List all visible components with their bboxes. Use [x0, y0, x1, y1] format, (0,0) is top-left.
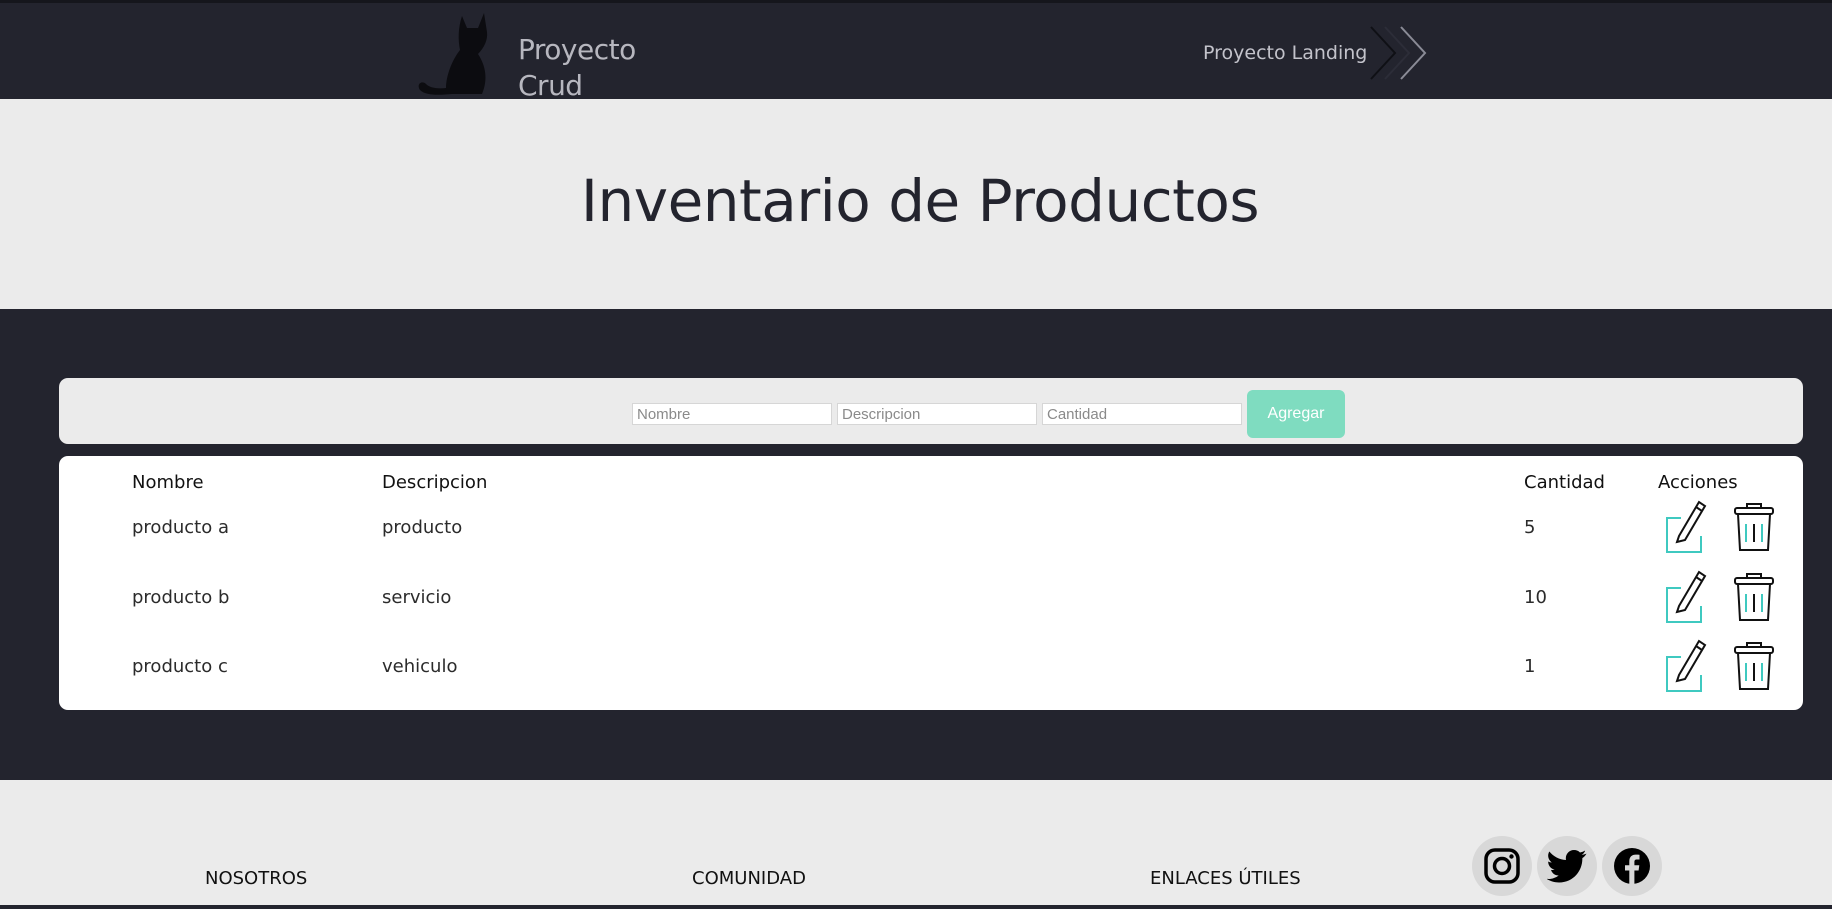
page-title: Inventario de Productos [580, 167, 1260, 235]
landing-link[interactable]: Proyecto Landing [1203, 23, 1431, 83]
trash-icon [1734, 573, 1774, 621]
facebook-button[interactable] [1602, 836, 1662, 896]
cell-descripcion: vehiculo [382, 656, 458, 677]
agregar-button[interactable]: Agregar [1247, 390, 1345, 438]
edit-icon [1666, 570, 1707, 623]
trash-icon [1734, 642, 1774, 690]
cell-cantidad: 10 [1524, 587, 1547, 608]
hero-section: Inventario de Productos [0, 99, 1832, 309]
footer-link-nosotros[interactable]: NOSOTROS [205, 868, 307, 889]
cantidad-input[interactable] [1042, 403, 1242, 425]
delete-button[interactable] [1731, 635, 1777, 693]
chevrons-right-icon [1370, 26, 1427, 80]
footer-link-enlaces-utiles[interactable]: ENLACES ÚTILES [1150, 868, 1301, 889]
edit-button[interactable] [1663, 635, 1709, 693]
brand-name: Proyecto Crud [518, 32, 678, 104]
instagram-button[interactable] [1472, 836, 1532, 896]
cell-nombre: producto a [132, 517, 229, 538]
twitter-icon [1547, 850, 1587, 883]
instagram-icon [1484, 848, 1520, 884]
twitter-button[interactable] [1537, 836, 1597, 896]
header-acciones: Acciones [1658, 472, 1738, 493]
landing-link-label: Proyecto Landing [1203, 42, 1368, 64]
cell-cantidad: 5 [1524, 517, 1536, 538]
cell-nombre: producto b [132, 587, 230, 608]
cell-cantidad: 1 [1524, 656, 1536, 677]
descripcion-input[interactable] [837, 403, 1037, 425]
footer: NOSOTROS COMUNIDAD ENLACES ÚTILES [0, 780, 1832, 909]
products-table: Nombre Descripcion Cantidad Acciones pro… [59, 456, 1803, 710]
edit-icon [1666, 500, 1707, 553]
footer-link-comunidad[interactable]: COMUNIDAD [692, 868, 806, 889]
cell-descripcion: servicio [382, 587, 452, 608]
add-product-form: Agregar [59, 378, 1803, 444]
cat-logo-icon [418, 13, 488, 95]
nombre-input[interactable] [632, 403, 832, 425]
header-descripcion: Descripcion [382, 472, 488, 493]
edit-button[interactable] [1663, 566, 1709, 624]
header-cantidad: Cantidad [1524, 472, 1605, 493]
table-row: producto a producto 5 [59, 496, 1803, 556]
inventory-section: Agregar Nombre Descripcion Cantidad Acci… [0, 309, 1832, 780]
table-row: producto b servicio 10 [59, 566, 1803, 626]
table-row: producto c vehiculo 1 [59, 635, 1803, 695]
form-row: Agregar [632, 390, 1345, 438]
cell-descripcion: producto [382, 517, 463, 538]
brand-line-1: Proyecto [518, 33, 636, 66]
edit-button[interactable] [1663, 496, 1709, 554]
header-nombre: Nombre [132, 472, 204, 493]
delete-button[interactable] [1731, 566, 1777, 624]
edit-icon [1666, 639, 1707, 692]
cell-nombre: producto c [132, 656, 228, 677]
trash-icon [1734, 503, 1774, 551]
facebook-icon [1614, 848, 1650, 884]
footer-bottom-bar [0, 905, 1832, 909]
delete-button[interactable] [1731, 496, 1777, 554]
top-navbar: Proyecto Crud Proyecto Landing [0, 0, 1832, 102]
